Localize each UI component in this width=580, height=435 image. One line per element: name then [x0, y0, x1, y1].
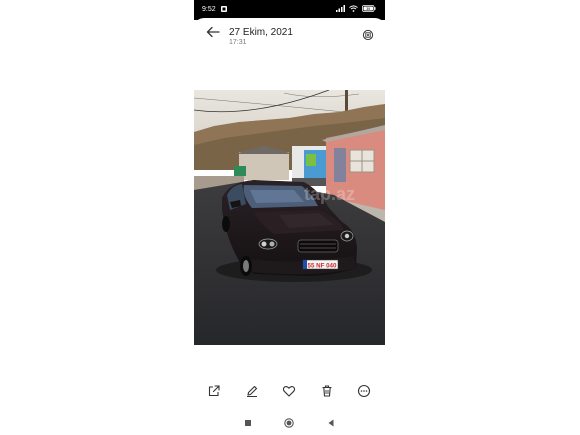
- status-bar: 9:52 39: [194, 0, 385, 20]
- delete-icon[interactable]: [320, 384, 334, 398]
- back-icon[interactable]: [325, 417, 337, 429]
- recents-icon[interactable]: [242, 417, 254, 429]
- photo-time: 17:31: [229, 39, 247, 46]
- signal-icon: [336, 5, 345, 12]
- back-arrow-icon[interactable]: [206, 26, 220, 38]
- notification-icon: [221, 6, 227, 12]
- system-nav-bar: [194, 412, 385, 434]
- share-icon[interactable]: [207, 384, 221, 398]
- lens-icon[interactable]: [362, 29, 374, 41]
- battery-icon: 39: [362, 5, 376, 12]
- more-icon[interactable]: [357, 384, 371, 398]
- photo-date-title: 27 Ekim, 2021: [229, 27, 293, 38]
- header: 27 Ekim, 2021 17:31: [194, 18, 385, 52]
- photo-toolbar: [194, 380, 385, 402]
- status-time: 9:52: [202, 6, 216, 13]
- license-plate: 55 NF 040: [308, 263, 337, 270]
- battery-level: 39: [366, 7, 370, 11]
- photo-image[interactable]: 55 NF 040 tap.az: [194, 90, 385, 345]
- favorite-icon[interactable]: [282, 384, 296, 398]
- home-icon[interactable]: [283, 417, 295, 429]
- status-indicators: 39: [336, 5, 376, 12]
- phone-screen: 9:52 39 27 Ekim, 2021 17:31 55 NF 040 ta…: [194, 0, 385, 435]
- watermark: tap.az: [304, 184, 355, 204]
- edit-icon[interactable]: [245, 384, 259, 398]
- wifi-icon: [349, 5, 358, 12]
